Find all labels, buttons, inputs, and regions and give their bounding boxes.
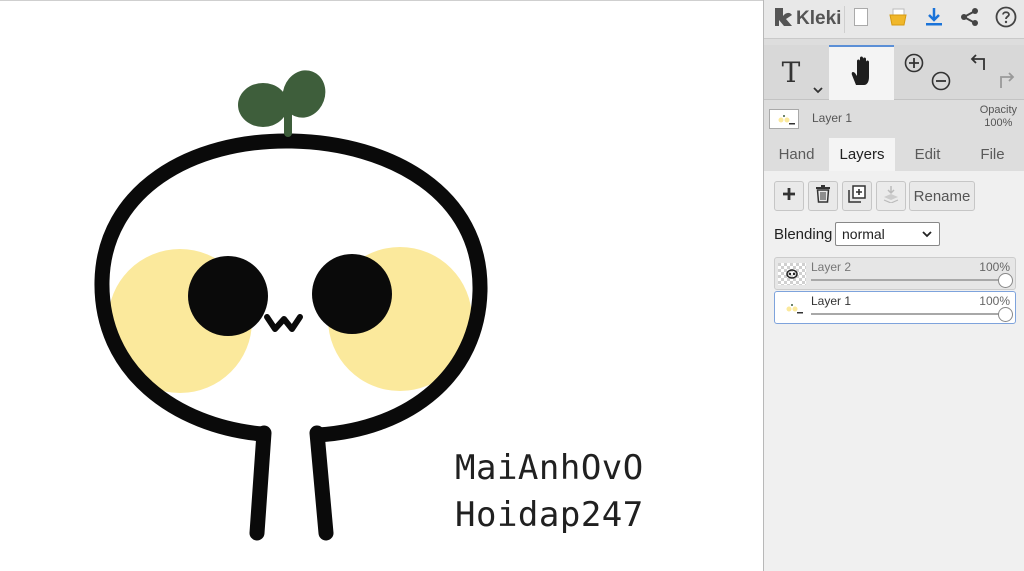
- new-image-icon: [854, 8, 868, 31]
- chevron-down-icon[interactable]: [813, 81, 823, 99]
- layer-row-layer-2[interactable]: Layer 2 100%: [774, 257, 1016, 290]
- layer-1-opacity: 100%: [979, 294, 1010, 308]
- download-button[interactable]: [922, 0, 946, 39]
- duplicate-icon: [848, 184, 866, 208]
- layer-2-thumbnail: [778, 263, 806, 285]
- layer-1-thumbnail: [778, 297, 806, 319]
- undo-icon[interactable]: [970, 53, 990, 78]
- trash-icon: [815, 184, 831, 208]
- layer-2-opacity-track[interactable]: [811, 279, 1005, 281]
- right-eye: [312, 254, 392, 334]
- canvas-text-line-2: Hoidap247: [455, 495, 644, 535]
- tool-row: T: [764, 45, 1024, 100]
- current-layer-thumbnail: [769, 109, 799, 129]
- share-button[interactable]: [958, 0, 982, 39]
- sidebar: Kleki T Layer 1 Opacity 100% Hand Layers…: [763, 0, 1024, 571]
- download-icon: [924, 7, 944, 32]
- opacity-label: Opacity: [979, 104, 1017, 116]
- hand-tool-icon: [848, 55, 876, 92]
- kleki-logo[interactable]: Kleki: [772, 5, 841, 33]
- toolbar-separator: [844, 6, 845, 33]
- tab-file[interactable]: File: [960, 138, 1024, 171]
- open-image-button[interactable]: [886, 0, 910, 39]
- zoom-out-icon[interactable]: [931, 71, 951, 96]
- tab-hand[interactable]: Hand: [764, 138, 829, 171]
- zoom-buttons: [898, 45, 956, 100]
- tab-edit[interactable]: Edit: [895, 138, 960, 171]
- layers-panel: Rename Blending normal Layer 2 100% Laye…: [764, 171, 1024, 571]
- layer-row-layer-1[interactable]: Layer 1 100%: [774, 291, 1016, 324]
- new-image-button[interactable]: [850, 0, 872, 39]
- share-icon: [960, 7, 980, 32]
- left-leg: [249, 425, 272, 541]
- current-layer-name: Layer 1: [812, 111, 853, 125]
- blending-value: normal: [842, 226, 885, 242]
- layer-1-opacity-track[interactable]: [811, 313, 1005, 315]
- canvas-text-line-1: MaiAnhOvO: [455, 448, 644, 488]
- top-toolbar: Kleki: [764, 0, 1024, 39]
- open-folder-icon: [889, 8, 907, 31]
- kleki-logo-icon: [772, 5, 794, 34]
- add-layer-button[interactable]: [774, 181, 804, 211]
- layer-2-opacity-slider-knob[interactable]: [997, 273, 1013, 288]
- tab-layers[interactable]: Layers: [829, 138, 895, 171]
- current-layer-info: Layer 1 Opacity 100%: [764, 101, 1024, 137]
- undo-redo-buttons: [962, 45, 1022, 100]
- chevron-down-icon: [922, 227, 932, 244]
- left-eye: [188, 256, 268, 336]
- sprout-leaf-left: [238, 83, 288, 127]
- redo-icon[interactable]: [995, 71, 1015, 96]
- help-icon: [995, 6, 1017, 33]
- text-tool-icon: T: [781, 56, 801, 89]
- layer-1-opacity-slider-knob[interactable]: [997, 307, 1013, 322]
- canvas-drawing: [94, 70, 488, 541]
- plus-icon: [782, 187, 796, 206]
- app-name: Kleki: [796, 8, 842, 29]
- rename-layer-button[interactable]: Rename: [909, 181, 975, 211]
- panel-tabs: Hand Layers Edit File: [764, 138, 1024, 171]
- help-button[interactable]: [993, 0, 1019, 39]
- layer-2-opacity: 100%: [979, 260, 1010, 274]
- text-tool-button[interactable]: T: [768, 45, 828, 100]
- right-leg: [309, 425, 334, 541]
- zoom-in-icon[interactable]: [904, 53, 924, 78]
- opacity-value: 100%: [984, 117, 1013, 129]
- merge-down-button[interactable]: [876, 181, 906, 211]
- delete-layer-button[interactable]: [808, 181, 838, 211]
- mouth: [264, 314, 303, 332]
- blending-label: Blending: [774, 226, 833, 243]
- duplicate-layer-button[interactable]: [842, 181, 872, 211]
- layer-2-name: Layer 2: [811, 260, 852, 274]
- drawing-canvas[interactable]: MaiAnhOvO Hoidap247: [0, 0, 763, 571]
- merge-down-icon: [883, 185, 899, 208]
- current-layer-opacity: Opacity 100%: [980, 104, 1017, 130]
- blending-select[interactable]: normal: [835, 222, 940, 246]
- hand-tool-button[interactable]: [829, 45, 894, 100]
- layer-1-name: Layer 1: [811, 294, 852, 308]
